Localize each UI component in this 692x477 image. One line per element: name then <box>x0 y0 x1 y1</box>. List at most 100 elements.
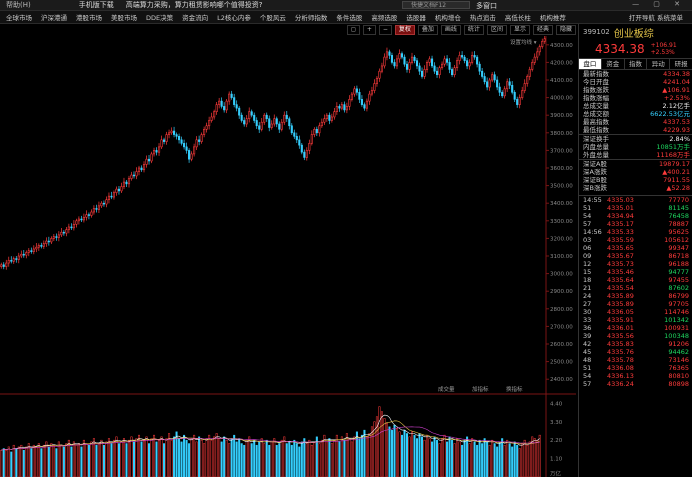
stat-row: 深证A股 19879.17 <box>579 159 692 168</box>
volume-bar <box>230 438 233 477</box>
volume-bar <box>363 429 366 477</box>
tick-time: 33 <box>583 316 592 324</box>
toolbar-button-4[interactable]: 叠加 <box>417 24 438 35</box>
y-tick-label: 2400.00 <box>550 377 573 383</box>
menu-item-12[interactable]: 机构增仓 <box>435 12 461 22</box>
volume-bar <box>380 411 383 477</box>
volume-bar <box>220 441 223 477</box>
quote-tab-0[interactable]: 盘口 <box>579 59 602 69</box>
quote-tab-3[interactable]: 异动 <box>647 59 671 69</box>
candle-body <box>147 158 151 162</box>
menu-item-8[interactable]: 分析师指数 <box>295 12 328 22</box>
quote-tab-4[interactable]: 研报 <box>670 59 692 69</box>
tick-row: 51 4336.08 76365 <box>579 364 692 372</box>
vol-tick-label: 3.30 <box>550 420 563 426</box>
menu-item-1[interactable]: 沪深港通 <box>41 12 67 22</box>
fast-search-input[interactable]: 快捷文档F12 <box>402 1 470 9</box>
candle-body <box>441 63 444 68</box>
menu-item-3[interactable]: 美股市场 <box>111 12 137 22</box>
menu-item-10[interactable]: 高频选股 <box>371 12 397 22</box>
toolbar-button-1[interactable]: + <box>362 24 376 35</box>
volume-bar <box>358 438 361 477</box>
candle-body <box>40 245 43 247</box>
toolbar-button-0[interactable]: ◻ <box>346 24 360 35</box>
volume-bar <box>330 443 333 477</box>
volume-bar <box>87 444 90 477</box>
menu-item-11[interactable]: 选股器 <box>406 12 426 22</box>
candle-body <box>433 65 436 72</box>
volume-bar <box>90 441 93 477</box>
toolbar-button-8[interactable]: 显示 <box>509 24 530 35</box>
volume-bar <box>248 436 251 477</box>
volume-bar <box>198 436 201 477</box>
toolbar-button-9[interactable]: 经典 <box>532 24 553 35</box>
quote-tab-1[interactable]: 资金 <box>602 59 625 69</box>
tick-volume: 99347 <box>668 244 689 252</box>
stat-row: 指数涨跌 ▲106.91 <box>579 86 692 94</box>
volume-bar <box>491 439 494 477</box>
toolbar-button-2[interactable]: − <box>378 24 392 35</box>
candle-body <box>461 55 464 58</box>
tick-volume: 105612 <box>664 236 689 244</box>
candle-body <box>373 83 376 91</box>
candle-body <box>350 93 353 100</box>
tick-volume: 94777 <box>668 268 689 276</box>
candle-body <box>230 93 233 98</box>
candle-body <box>127 178 131 185</box>
volume-bar <box>446 441 449 477</box>
candle-body <box>453 67 456 76</box>
tick-time: 14:55 <box>583 196 602 204</box>
mobile-download-link[interactable]: 手机版下载 <box>79 0 114 10</box>
menu-item-9[interactable]: 条件选股 <box>336 12 362 22</box>
stat-value: 7911.55 <box>663 176 690 184</box>
y-tick-label: 2600.00 <box>550 342 573 348</box>
ad-banner-text[interactable]: 高端算力采购，算力租赁影响哪个值得投资? <box>126 0 263 10</box>
volume-bar <box>165 438 168 477</box>
toolbar-button-3[interactable]: 复权 <box>394 24 415 35</box>
volume-bar <box>493 443 496 477</box>
menu-item-7[interactable]: 个股风云 <box>260 12 286 22</box>
candle-body <box>403 56 406 65</box>
toolbar-button-6[interactable]: 统计 <box>463 24 484 35</box>
menu-item-5[interactable]: 资金流向 <box>182 12 208 22</box>
toolbar-button-10[interactable]: 隐藏 <box>555 24 576 35</box>
volume-bar <box>395 428 398 477</box>
help-menu[interactable]: 帮助(H) <box>6 0 31 10</box>
candle-body <box>105 199 108 205</box>
menu-item-2[interactable]: 港股市场 <box>76 12 102 22</box>
menu-item-14[interactable]: 高低长柱 <box>505 12 531 22</box>
volume-bar <box>155 441 158 477</box>
candle-body <box>55 236 58 238</box>
tick-volume: 94462 <box>668 348 689 356</box>
change-value: +106.91 <box>650 42 677 49</box>
menu-item-6[interactable]: L2核心内参 <box>217 12 251 22</box>
menu-item-15[interactable]: 机构推荐 <box>540 12 566 22</box>
nav-menu-right[interactable]: 打开导航 系统菜单 <box>629 12 683 22</box>
stat-label: 深证B股 <box>583 176 607 184</box>
quote-tab-2[interactable]: 指数 <box>625 59 648 69</box>
toolbar-button-7[interactable]: 区间 <box>486 24 507 35</box>
volume-bar <box>313 441 316 477</box>
volume-bar <box>318 443 321 477</box>
candle-body <box>120 186 123 192</box>
volume-button-1[interactable]: 加指标 <box>472 385 489 393</box>
multi-window-button[interactable]: 多窗口 <box>476 1 497 11</box>
volume-button-2[interactable]: 换指标 <box>506 385 523 393</box>
volume-bar <box>478 439 481 477</box>
tick-time: 14:56 <box>583 228 602 236</box>
volume-bar <box>416 438 419 477</box>
tick-volume: 100348 <box>664 332 689 340</box>
menu-item-0[interactable]: 全球市场 <box>6 12 32 22</box>
stat-label: 总成交量 <box>583 102 609 110</box>
window-controls[interactable]: — ▢ ✕ <box>632 0 686 8</box>
kline-chart[interactable]: 4300.00 4200.00 4100.00 4000.00 3900.00 3800.… <box>0 36 576 477</box>
toolbar-button-5[interactable]: 画线 <box>440 24 461 35</box>
volume-button-0[interactable]: 成交量 <box>438 385 455 393</box>
candle-body <box>300 144 303 153</box>
menu-item-13[interactable]: 热点追击 <box>470 12 496 22</box>
ma-settings-label[interactable]: 设置均线 ▾ <box>510 38 537 46</box>
volume-bar <box>12 444 15 477</box>
menu-item-4[interactable]: DDE决策 <box>146 12 173 22</box>
volume-bar <box>325 441 328 477</box>
candle-body <box>27 250 30 253</box>
